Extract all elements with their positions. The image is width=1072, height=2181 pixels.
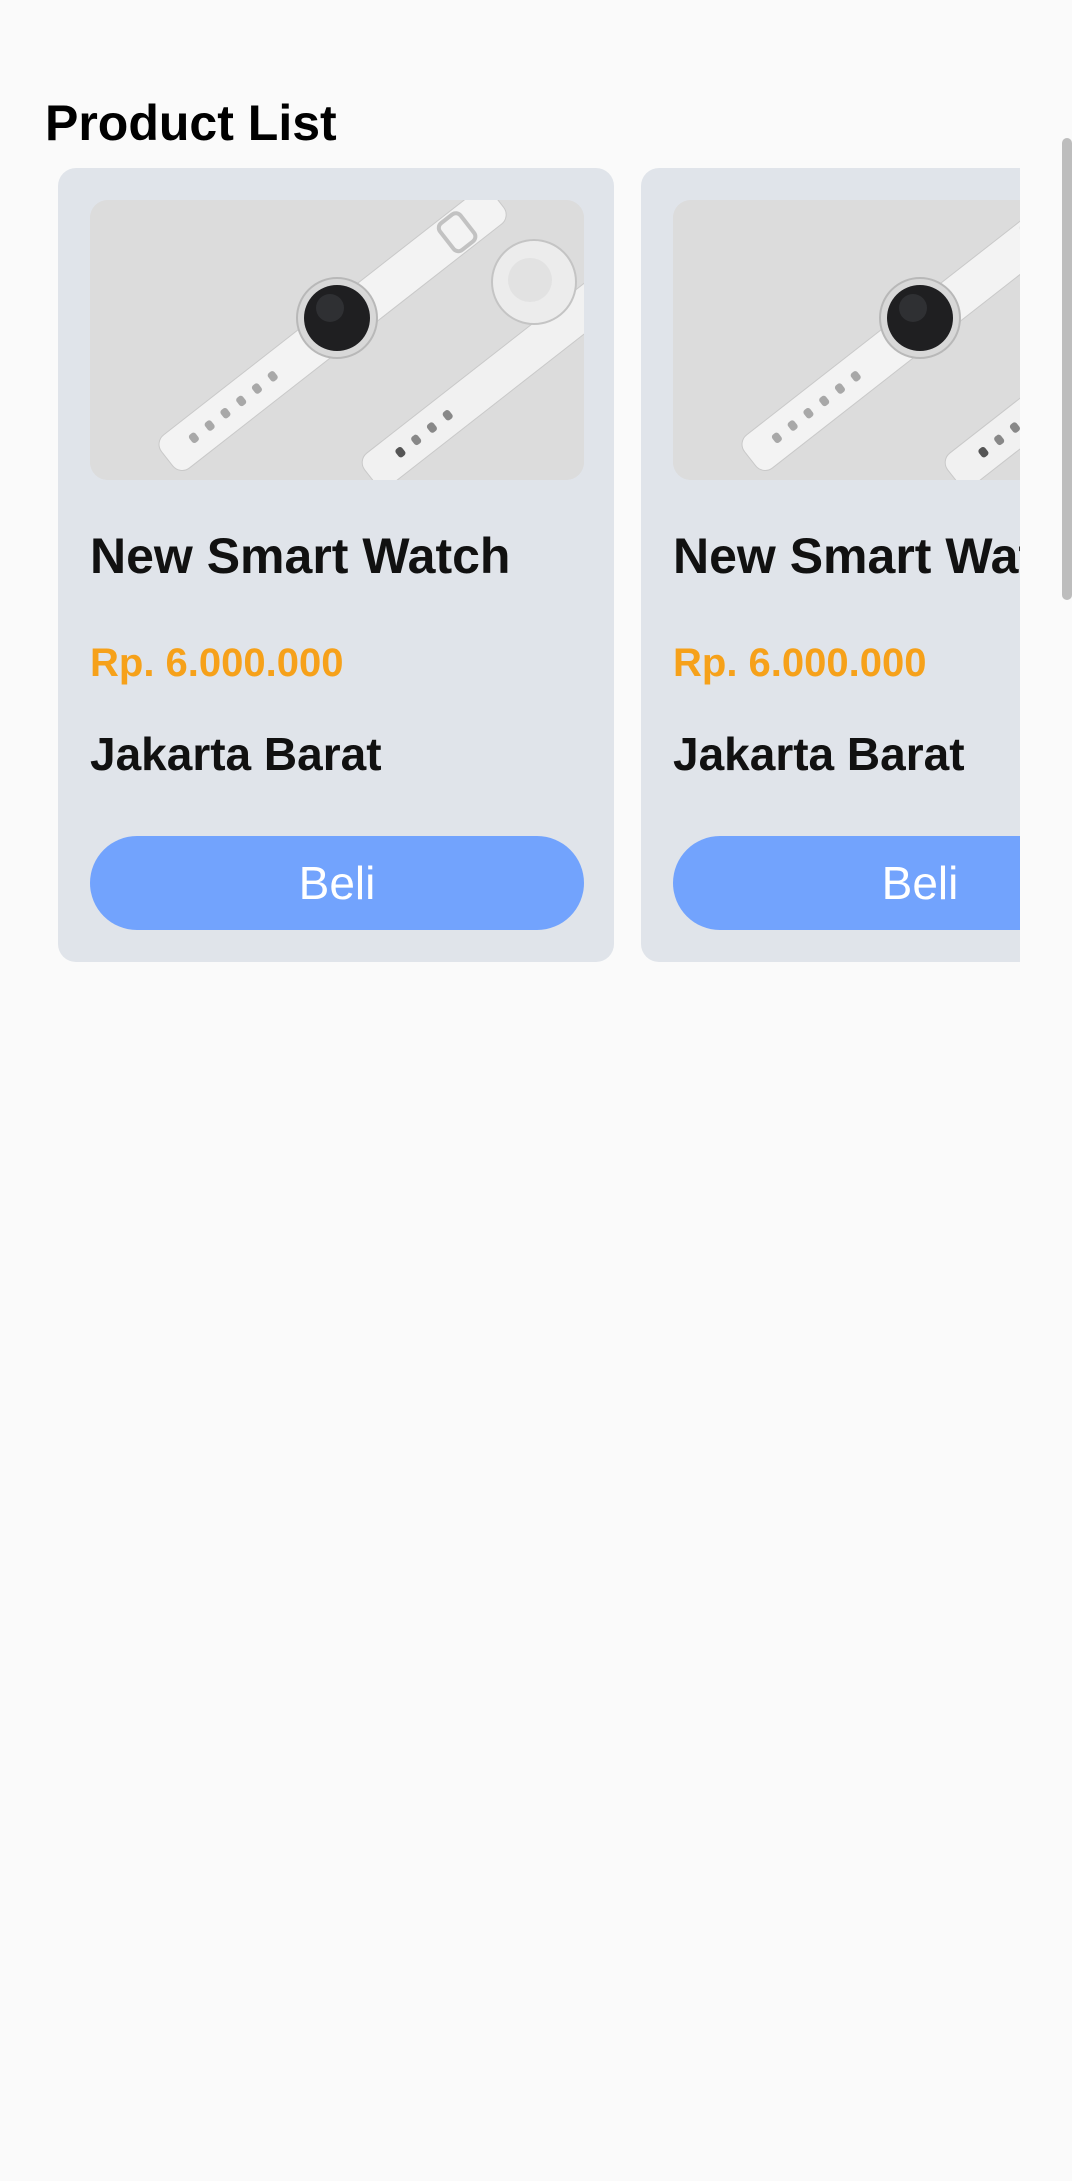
product-carousel[interactable]: New Smart Watch Rp. 6.000.000 Jakarta Ba… [0, 165, 1020, 965]
smartwatch-image [673, 200, 1020, 480]
product-card[interactable]: New Smart Watch Rp. 6.000.000 Jakarta Ba… [58, 168, 614, 962]
product-image [90, 200, 584, 480]
product-image [673, 200, 1020, 480]
product-name: New Smart Watch [673, 528, 1020, 584]
product-price: Rp. 6.000.000 [90, 641, 344, 685]
smartwatch-image [90, 200, 584, 480]
buy-button[interactable]: Beli [90, 836, 584, 930]
product-card[interactable]: New Smart Watch Rp. 6.000.000 Jakarta Ba… [641, 168, 1020, 962]
product-name: New Smart Watch [90, 528, 511, 584]
product-location: Jakarta Barat [90, 728, 382, 780]
buy-button[interactable]: Beli [673, 836, 1020, 930]
product-location: Jakarta Barat [673, 728, 965, 780]
page-title: Product List [45, 95, 337, 151]
product-price: Rp. 6.000.000 [673, 641, 927, 685]
scrollbar[interactable] [1062, 138, 1072, 600]
